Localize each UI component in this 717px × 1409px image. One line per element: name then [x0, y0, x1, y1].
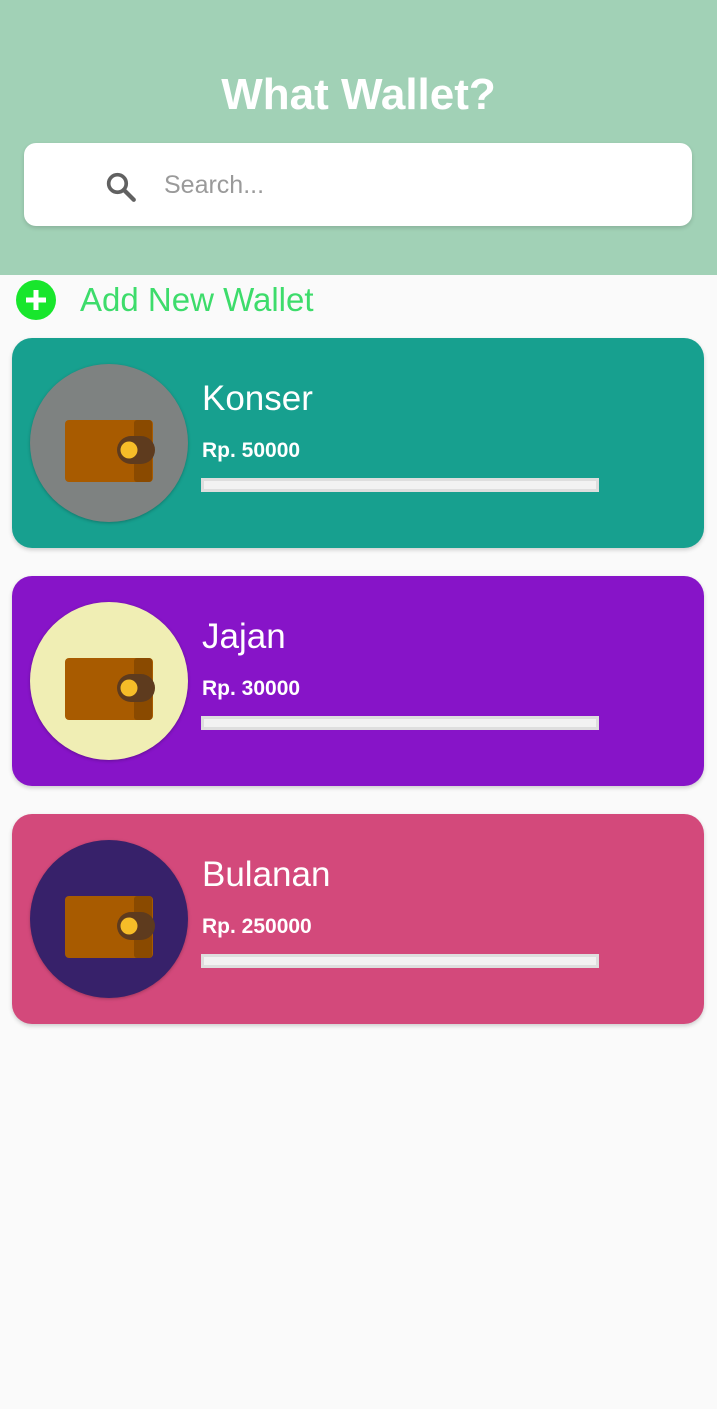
wallet-name: Jajan — [202, 617, 286, 656]
wallet-amount: Rp. 250000 — [202, 915, 312, 938]
wallet-card[interactable]: Bulanan Rp. 250000 — [12, 814, 704, 1024]
app-title: What Wallet? — [221, 70, 496, 119]
wallet-amount: Rp. 50000 — [202, 439, 301, 462]
wallet-avatar — [30, 840, 188, 998]
wallet-avatar — [30, 602, 188, 760]
wallet-amount: Rp. 30000 — [202, 677, 301, 700]
wallet-icon — [65, 420, 155, 482]
wallet-avatar — [30, 364, 188, 522]
wallet-name: Bulanan — [202, 855, 331, 894]
wallet-progress-bar — [201, 716, 599, 730]
search-input[interactable] — [164, 163, 684, 207]
wallet-card[interactable]: Konser Rp. 50000 — [12, 338, 704, 548]
wallet-name: Konser — [202, 379, 313, 418]
wallet-icon — [65, 658, 155, 720]
wallet-progress-bar — [201, 954, 599, 968]
search-bar[interactable] — [24, 143, 692, 226]
add-new-wallet-button[interactable]: Add New Wallet — [16, 280, 314, 320]
search-icon — [106, 172, 136, 202]
add-new-wallet-label: Add New Wallet — [80, 281, 314, 318]
plus-circle-icon — [16, 280, 56, 320]
wallet-progress-bar — [201, 478, 599, 492]
app-header: What Wallet? — [0, 0, 717, 275]
wallet-icon — [65, 896, 155, 958]
wallet-card[interactable]: Jajan Rp. 30000 — [12, 576, 704, 786]
